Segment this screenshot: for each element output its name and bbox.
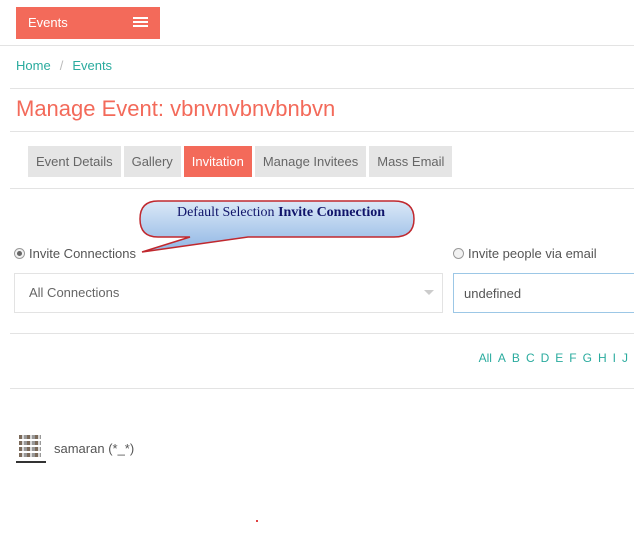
alpha-h[interactable]: H <box>598 351 607 365</box>
invite-connections-option[interactable]: Invite Connections <box>14 246 136 261</box>
divider <box>10 188 634 189</box>
annotation-callout: Default Selection Invite Connection <box>139 200 415 253</box>
alpha-c[interactable]: C <box>526 351 535 365</box>
connections-select-value: All Connections <box>29 285 120 300</box>
alpha-d[interactable]: D <box>541 351 550 365</box>
invite-email-radio[interactable] <box>453 248 464 259</box>
invite-connections-radio[interactable] <box>14 248 25 259</box>
alpha-e[interactable]: E <box>555 351 563 365</box>
divider <box>10 388 634 389</box>
invite-connections-label: Invite Connections <box>29 246 136 261</box>
stray-dot <box>256 520 258 522</box>
page-title: Manage Event: vbnvnvbnvbnbvn <box>16 96 336 121</box>
breadcrumb-events-link[interactable]: Events <box>72 58 112 73</box>
contact-name: samaran (*_*) <box>54 440 135 456</box>
breadcrumb: Home / Events <box>16 58 112 73</box>
events-menu-label: Events <box>28 15 68 30</box>
breadcrumb-home-link[interactable]: Home <box>16 58 51 73</box>
connections-select[interactable]: All Connections <box>14 273 443 313</box>
tab-manage-invitees[interactable]: Manage Invitees <box>254 146 367 177</box>
alphabet-filter: All A B C D E F G H I J <box>473 351 628 365</box>
tab-event-details[interactable]: Event Details <box>28 146 121 177</box>
alpha-f[interactable]: F <box>569 351 576 365</box>
top-bar: Events <box>0 0 634 46</box>
chevron-down-icon <box>424 290 434 295</box>
alpha-i[interactable]: I <box>613 351 616 365</box>
hamburger-icon <box>133 17 148 29</box>
alpha-g[interactable]: G <box>583 351 592 365</box>
divider <box>10 131 634 132</box>
invite-email-option[interactable]: Invite people via email <box>453 246 597 261</box>
tab-gallery[interactable]: Gallery <box>123 146 181 177</box>
list-item[interactable]: samaran (*_*) <box>16 433 134 463</box>
divider <box>10 88 634 89</box>
tab-invitation[interactable]: Invitation <box>183 146 252 177</box>
avatar <box>16 433 46 463</box>
tab-bar: Event Details Gallery Invitation Manage … <box>28 146 455 177</box>
events-menu-button[interactable]: Events <box>16 7 160 39</box>
alpha-b[interactable]: B <box>512 351 520 365</box>
invite-email-label: Invite people via email <box>468 246 597 261</box>
alpha-j[interactable]: J <box>622 351 628 365</box>
callout-text: Default Selection Invite Connection <box>148 205 414 221</box>
breadcrumb-separator: / <box>59 58 64 73</box>
callout-bold: Invite Connection <box>278 205 386 220</box>
callout-prefix: Default Selection <box>176 205 279 220</box>
alpha-all[interactable]: All <box>479 351 492 365</box>
alpha-a[interactable]: A <box>498 351 506 365</box>
email-input[interactable] <box>453 273 634 313</box>
tab-mass-email[interactable]: Mass Email <box>369 146 453 177</box>
divider <box>10 333 634 334</box>
